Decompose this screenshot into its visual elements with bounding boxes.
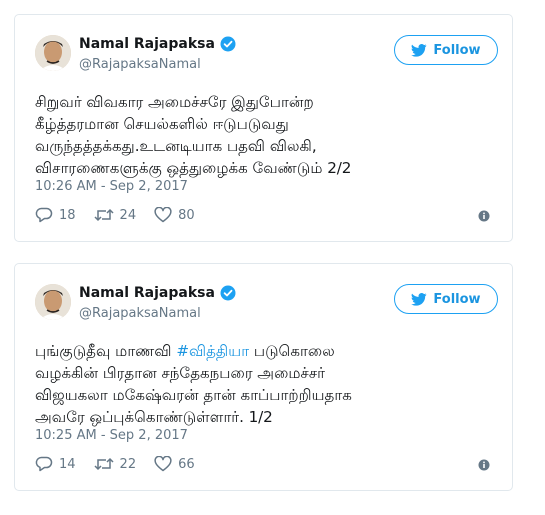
tweet-text-line: வருந்தத்தக்கது.உடனடியாக பதவி விலகி, — [35, 137, 317, 155]
follow-label: Follow — [433, 42, 481, 58]
tweet-card: Namal Rajapaksa @RajapaksaNamal Follow ப… — [14, 263, 513, 491]
retweet-icon — [94, 208, 114, 222]
author-handle[interactable]: @RajapaksaNamal — [79, 57, 201, 72]
retweet-count: 22 — [119, 456, 137, 472]
twitter-bird-icon — [411, 292, 427, 306]
reply-count: 18 — [59, 207, 76, 223]
tweet-text-line: விஜயகலா மகேஷ்வரன் தான் காப்பாற்றியதாக — [35, 386, 352, 404]
like-count: 80 — [178, 207, 195, 223]
retweet-button[interactable]: 22 — [94, 456, 137, 472]
tweet-text-line: புங்குடுதீவு மாணவி #வித்தியா படுகொலை — [35, 340, 495, 362]
tweet-timestamp[interactable]: 10:25 AM - Sep 2, 2017 — [35, 428, 188, 443]
reply-button[interactable]: 14 — [35, 456, 76, 472]
tweet-text-line: அவரே ஒப்புக்கொண்டுள்ளார். 1/2 — [35, 408, 273, 426]
tweet-text-line: வழக்கின் பிரதான சந்தேகநபரை அமைச்சர் — [35, 364, 326, 382]
verified-badge-icon — [220, 285, 236, 301]
reply-icon — [35, 207, 53, 223]
reply-count: 14 — [59, 456, 76, 472]
like-count: 66 — [178, 456, 195, 472]
reply-icon — [35, 456, 53, 472]
twitter-bird-icon — [411, 43, 427, 57]
author-name[interactable]: Namal Rajapaksa — [79, 285, 215, 301]
follow-button[interactable]: Follow — [394, 284, 498, 314]
follow-label: Follow — [433, 291, 481, 307]
tweet-text: சிறுவர் விவகார அமைச்சரே இதுபோன்ற கீழ்த்த… — [35, 91, 495, 179]
tweet-actions: 18 24 80 — [35, 207, 213, 223]
avatar[interactable] — [35, 284, 71, 320]
retweet-icon — [94, 457, 114, 471]
avatar[interactable] — [35, 35, 71, 71]
tweet-timestamp[interactable]: 10:26 AM - Sep 2, 2017 — [35, 179, 188, 194]
info-icon[interactable] — [478, 459, 490, 471]
heart-icon — [154, 456, 172, 472]
tweet-text-segment: புங்குடுதீவு மாணவி — [35, 342, 177, 360]
tweet-text-line: விசாரணைகளுக்கு ஒத்துழைக்க வேண்டும் 2/2 — [35, 159, 352, 177]
retweet-button[interactable]: 24 — [94, 207, 137, 223]
heart-icon — [154, 207, 172, 223]
info-icon[interactable] — [478, 210, 490, 222]
retweet-count: 24 — [119, 207, 137, 223]
like-button[interactable]: 66 — [154, 456, 195, 472]
tweet-actions: 14 22 66 — [35, 456, 213, 472]
hashtag-link[interactable]: #வித்தியா — [176, 342, 249, 360]
tweet-text-line: கீழ்த்தரமான செயல்களில் ஈடுபடுவது — [35, 115, 289, 133]
follow-button[interactable]: Follow — [394, 35, 498, 65]
author-handle[interactable]: @RajapaksaNamal — [79, 306, 201, 321]
verified-badge-icon — [220, 36, 236, 52]
tweet-text-segment: படுகொலை — [249, 342, 335, 360]
tweet-text: புங்குடுதீவு மாணவி #வித்தியா படுகொலை வழக… — [35, 340, 495, 428]
tweet-card: Namal Rajapaksa @RajapaksaNamal Follow ச… — [14, 14, 513, 242]
like-button[interactable]: 80 — [154, 207, 195, 223]
author-name[interactable]: Namal Rajapaksa — [79, 36, 215, 52]
reply-button[interactable]: 18 — [35, 207, 76, 223]
tweet-text-line: சிறுவர் விவகார அமைச்சரே இதுபோன்ற — [35, 93, 314, 111]
